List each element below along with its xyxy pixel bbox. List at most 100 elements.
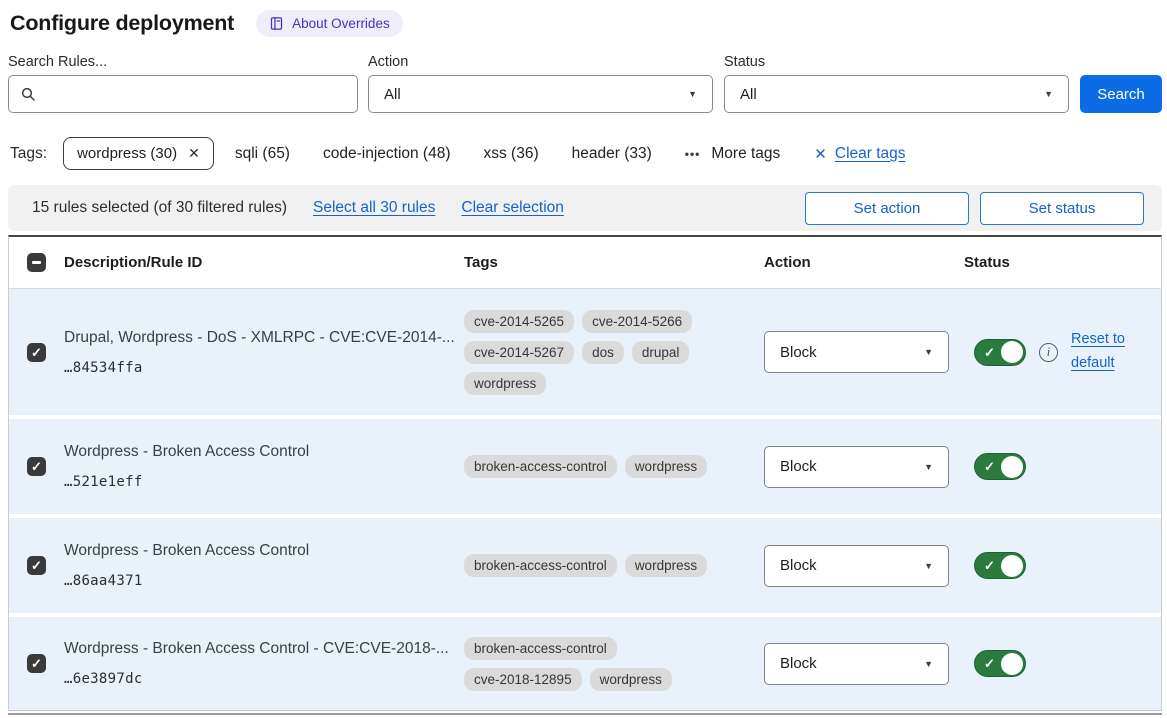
- selection-summary: 15 rules selected (of 30 filtered rules): [32, 199, 287, 217]
- search-rules-input[interactable]: [45, 85, 346, 104]
- rule-tags: cve-2014-5265 cve-2014-5266 cve-2014-526…: [464, 310, 726, 395]
- tag-pill: cve-2014-5266: [582, 310, 692, 333]
- clear-selection-link[interactable]: Clear selection: [461, 199, 564, 217]
- tag-pill: wordpress: [625, 455, 707, 478]
- action-filter-label: Action: [368, 54, 724, 70]
- about-overrides-label: About Overrides: [292, 16, 390, 31]
- rule-id: …86aa4371: [64, 573, 464, 589]
- search-button[interactable]: Search: [1080, 75, 1162, 113]
- ellipsis-icon: •••: [685, 147, 701, 161]
- tag-option-xss[interactable]: xss (36): [484, 145, 539, 163]
- check-icon: ✓: [984, 345, 995, 361]
- rule-description: Wordpress - Broken Access Control - CVE:…: [64, 640, 464, 658]
- status-filter-label: Status: [724, 54, 1080, 70]
- action-filter-value: All: [384, 86, 401, 103]
- tag-pill: cve-2018-12895: [464, 668, 582, 691]
- rule-description: Wordpress - Broken Access Control: [64, 443, 464, 461]
- table-header-row: Description/Rule ID Tags Action Status: [9, 237, 1161, 289]
- row-action-value: Block: [780, 344, 817, 361]
- tag-pill: broken-access-control: [464, 554, 617, 577]
- row-action-value: Block: [780, 655, 817, 672]
- table-row: ✓ Drupal, Wordpress - DoS - XMLRPC - CVE…: [9, 289, 1161, 415]
- status-toggle[interactable]: ✓: [974, 552, 1026, 579]
- remove-tag-icon[interactable]: ✕: [188, 145, 200, 162]
- column-header-action: Action: [764, 254, 964, 271]
- page-header: Configure deployment About Overrides: [8, 10, 1162, 37]
- rule-id: …6e3897dc: [64, 671, 464, 687]
- status-toggle[interactable]: ✓: [974, 453, 1026, 480]
- tags-label: Tags:: [10, 145, 47, 163]
- selected-tag-wordpress[interactable]: wordpress (30) ✕: [63, 137, 214, 170]
- tags-bar: Tags: wordpress (30) ✕ sqli (65) code-in…: [8, 135, 1162, 172]
- toggle-knob: [1001, 341, 1023, 363]
- row-select-checkbox[interactable]: ✓: [27, 654, 46, 673]
- chevron-down-icon: ▼: [924, 347, 933, 357]
- check-icon: ✓: [31, 460, 42, 473]
- action-filter-select[interactable]: All ▼: [368, 75, 713, 113]
- row-select-checkbox[interactable]: ✓: [27, 457, 46, 476]
- tag-option-sqli[interactable]: sqli (65): [235, 145, 290, 163]
- rule-tags: broken-access-control cve-2018-12895 wor…: [464, 637, 726, 691]
- column-header-description: Description/Rule ID: [64, 254, 464, 271]
- tag-pill: dos: [582, 341, 624, 364]
- tag-pill: wordpress: [464, 372, 546, 395]
- toggle-knob: [1001, 456, 1023, 478]
- search-rules-inputbox[interactable]: [8, 75, 358, 113]
- row-action-value: Block: [780, 458, 817, 475]
- check-icon: ✓: [984, 558, 995, 574]
- row-select-checkbox[interactable]: ✓: [27, 343, 46, 362]
- chevron-down-icon: ▼: [1044, 89, 1053, 99]
- rules-table: Description/Rule ID Tags Action Status ✓…: [8, 235, 1162, 711]
- clear-tags-label: Clear tags: [835, 145, 906, 163]
- page-title: Configure deployment: [10, 11, 234, 36]
- about-overrides-badge[interactable]: About Overrides: [256, 10, 403, 37]
- set-status-button[interactable]: Set status: [980, 192, 1144, 225]
- tag-pill: broken-access-control: [464, 637, 617, 660]
- table-row: ✓ Wordpress - Broken Access Control …521…: [9, 419, 1161, 514]
- toggle-knob: [1001, 653, 1023, 675]
- clear-icon: ✕: [814, 145, 827, 163]
- info-icon[interactable]: i: [1039, 343, 1058, 362]
- rule-id: …84534ffa: [64, 360, 464, 376]
- indeterminate-icon: [32, 261, 41, 264]
- rule-description: Drupal, Wordpress - DoS - XMLRPC - CVE:C…: [64, 329, 464, 347]
- tag-pill: wordpress: [625, 554, 707, 577]
- rule-tags: broken-access-control wordpress: [464, 455, 726, 478]
- check-icon: ✓: [31, 346, 42, 359]
- status-toggle[interactable]: ✓: [974, 650, 1026, 677]
- row-action-select[interactable]: Block ▼: [764, 331, 949, 373]
- check-icon: ✓: [31, 559, 42, 572]
- row-action-value: Block: [780, 557, 817, 574]
- rule-description: Wordpress - Broken Access Control: [64, 542, 464, 560]
- clear-tags-button[interactable]: ✕ Clear tags: [814, 145, 905, 163]
- tag-option-code-injection[interactable]: code-injection (48): [323, 145, 451, 163]
- reset-to-default-link[interactable]: Reset to default: [1071, 328, 1133, 376]
- tag-pill: cve-2014-5267: [464, 341, 574, 364]
- row-select-checkbox[interactable]: ✓: [27, 556, 46, 575]
- more-tags-label: More tags: [711, 145, 780, 163]
- tag-pill: drupal: [632, 341, 690, 364]
- next-row-edge: [8, 713, 1162, 715]
- selected-tag-label: wordpress (30): [77, 145, 177, 162]
- tag-option-header[interactable]: header (33): [572, 145, 652, 163]
- configure-deployment-page: Configure deployment About Overrides Sea…: [0, 0, 1167, 715]
- row-action-select[interactable]: Block ▼: [764, 643, 949, 685]
- status-filter-select[interactable]: All ▼: [724, 75, 1069, 113]
- table-row: ✓ Wordpress - Broken Access Control …86a…: [9, 518, 1161, 613]
- more-tags-button[interactable]: ••• More tags: [685, 145, 781, 163]
- row-action-select[interactable]: Block ▼: [764, 446, 949, 488]
- toggle-knob: [1001, 555, 1023, 577]
- filters-row: Search Rules... Action All ▼ Status: [8, 54, 1162, 113]
- set-action-button[interactable]: Set action: [805, 192, 969, 225]
- select-all-checkbox[interactable]: [27, 253, 46, 272]
- chevron-down-icon: ▼: [924, 462, 933, 472]
- row-action-select[interactable]: Block ▼: [764, 545, 949, 587]
- column-header-status: Status: [964, 254, 1161, 271]
- table-row: ✓ Wordpress - Broken Access Control - CV…: [9, 617, 1161, 710]
- select-all-link[interactable]: Select all 30 rules: [313, 199, 435, 217]
- status-toggle[interactable]: ✓: [974, 339, 1026, 366]
- search-rules-label: Search Rules...: [8, 54, 368, 70]
- tag-pill: wordpress: [590, 668, 672, 691]
- rule-tags: broken-access-control wordpress: [464, 554, 726, 577]
- tag-pill: cve-2014-5265: [464, 310, 574, 333]
